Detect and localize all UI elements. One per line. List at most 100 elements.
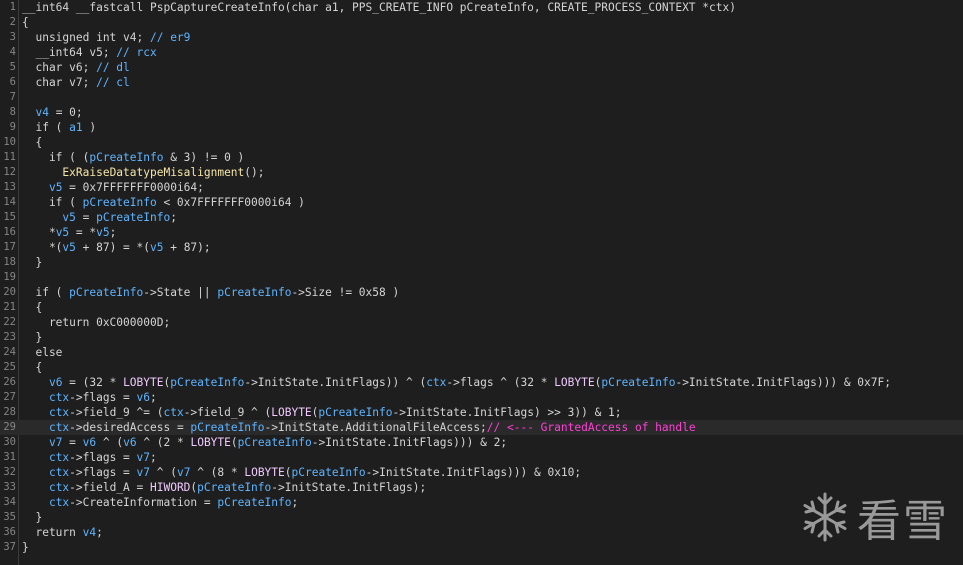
code-token: ctx [48,496,70,509]
code-token: ; [96,526,103,539]
code-line[interactable]: 32 ctx->flags = v7 ^ (v7 ^ (8 * LOBYTE(p… [0,465,963,480]
code-token: pCreateInfo [601,376,676,389]
code-token: // rcx [116,46,157,59]
code-token: v6 [123,436,137,449]
code-line[interactable]: 5 char v6; // dl [0,60,963,75]
code-text: ctx->field_A = HIWORD(pCreateInfo->InitS… [22,480,426,495]
code-line[interactable]: 9 if ( a1 ) [0,120,963,135]
code-token: ctx [48,466,70,479]
code-line[interactable]: 7 [0,90,963,105]
code-line[interactable]: 12 ExRaiseDatatypeMisalignment(); [0,165,963,180]
code-line[interactable]: 29 ctx->desiredAccess = pCreateInfo->Ini… [0,420,963,435]
code-line[interactable]: 22 return 0xC000000D; [0,315,963,330]
code-token: ->InitState.InitFlags); [271,481,427,494]
code-line[interactable]: 20 if ( pCreateInfo->State || pCreateInf… [0,285,963,300]
code-text: if ( pCreateInfo->State || pCreateInfo->… [22,285,399,300]
code-line[interactable]: 14 if ( pCreateInfo < 0x7FFFFFFF0000i64 … [0,195,963,210]
code-token: } [22,256,43,269]
code-text: ctx->CreateInformation = pCreateInfo; [22,495,298,510]
code-token: ->InitState.InitFlags))) & 0x10; [365,466,582,479]
code-token: ctx [48,406,70,419]
line-number: 15 [3,211,16,223]
code-text: else [22,345,62,360]
code-line[interactable]: 13 v5 = 0x7FFFFFFF0000i64; [0,180,963,195]
code-token: ctx [48,421,70,434]
code-token: & 3) != 0 ) [163,151,245,164]
pseudocode-editor[interactable]: 1 __int64 __fastcall PspCaptureCreateInfo… [0,0,963,565]
line-number: 9 [9,121,16,133]
code-token: // cl [96,76,130,89]
code-line[interactable]: 11 if ( (pCreateInfo & 3) != 0 ) [0,150,963,165]
line-number: 22 [3,316,16,328]
line-number: 26 [3,376,16,388]
line-number: 25 [3,361,16,373]
code-token: v6 [82,436,97,449]
code-token: * [22,226,56,239]
code-token: ^ ( [150,466,177,479]
code-token: } [22,541,29,554]
code-token: + 87) = *( [75,241,150,254]
line-number: 1 [9,1,16,13]
code-token: { [22,361,43,374]
code-line[interactable]: 2{ [0,15,963,30]
code-token: ->InitState.AdditionalFileAccess; [264,421,487,434]
code-token: pCreateInfo [89,151,164,164]
code-token: else [22,346,63,359]
code-token: ->InitState.InitFlags))) & 2; [311,436,508,449]
code-line[interactable]: 19 [0,270,963,285]
code-token: ->InitState.InitFlags))) & 0x7F; [675,376,891,389]
code-line[interactable]: 17 *(v5 + 87) = *(v5 + 87); [0,240,963,255]
code-line[interactable]: 16 *v5 = *v5; [0,225,963,240]
code-token: ctx [163,406,184,419]
code-line[interactable]: 8 v4 = 0; [0,105,963,120]
line-number: 28 [3,406,16,418]
code-text: unsigned int v4; // er9 [22,30,190,45]
code-token: v5 [62,241,76,254]
code-token: char v6; [22,61,97,74]
code-token: ->field_9 ^= ( [69,406,164,419]
code-text: ctx->desiredAccess = pCreateInfo->InitSt… [22,420,696,435]
code-token: v7 [136,466,151,479]
code-line[interactable]: 21 { [0,300,963,315]
code-text: if ( pCreateInfo < 0x7FFFFFFF0000i64 ) [22,195,305,210]
line-number: 2 [9,16,16,28]
code-text: ctx->flags = v6; [22,390,157,405]
code-line[interactable]: 27 ctx->flags = v6; [0,390,963,405]
code-token: ->flags = [69,391,137,404]
code-line[interactable]: 23 } [0,330,963,345]
line-number: 24 [3,346,16,358]
code-token: ; [150,451,157,464]
code-line[interactable]: 30 v7 = v6 ^ (v6 ^ (2 * LOBYTE(pCreateIn… [0,435,963,450]
code-token: pCreateInfo [217,496,292,509]
line-number: 18 [3,256,16,268]
code-line[interactable]: 3 unsigned int v4; // er9 [0,30,963,45]
code-line[interactable]: 28 ctx->field_9 ^= (ctx->field_9 ^ (LOBY… [0,405,963,420]
code-token: ^ (8 * [190,466,245,479]
code-line[interactable]: 10 { [0,135,963,150]
code-line[interactable]: 26 v6 = (32 * LOBYTE(pCreateInfo->InitSt… [0,375,963,390]
code-text: v5 = pCreateInfo; [22,210,177,225]
code-line[interactable]: 24 else [0,345,963,360]
code-line[interactable]: 6 char v7; // cl [0,75,963,90]
code-token: ; [291,496,299,509]
code-token: = (32 * [62,376,124,389]
code-text: } [22,330,42,345]
code-line[interactable]: 1 __int64 __fastcall PspCaptureCreateInfo… [0,0,963,15]
line-number: 19 [3,271,16,283]
line-number: 35 [3,511,16,523]
code-token: ->field_A = [69,481,150,494]
code-line[interactable]: 25 { [0,360,963,375]
line-number: 20 [3,286,16,298]
code-line[interactable]: 15 v5 = pCreateInfo; [0,210,963,225]
code-text: } [22,255,42,270]
code-line[interactable]: 4 __int64 v5; // rcx [0,45,963,60]
code-line[interactable]: 18 } [0,255,963,270]
line-number: 12 [3,166,16,178]
code-text: return 0xC000000D; [22,315,170,330]
code-line[interactable]: 31 ctx->flags = v7; [0,450,963,465]
